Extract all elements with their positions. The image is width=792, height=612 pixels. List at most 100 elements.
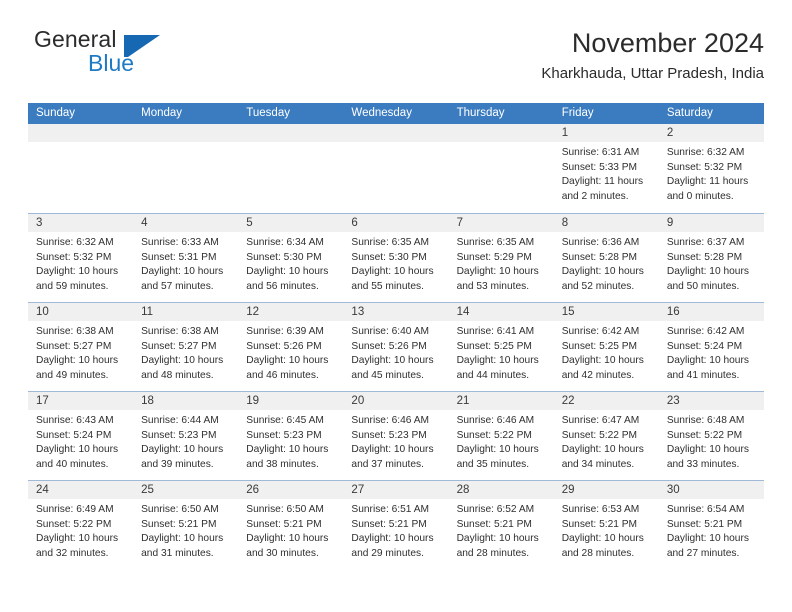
calendar-day-cell[interactable]: 6 Sunrise: 6:35 AM Sunset: 5:30 PM Daylight… <box>343 214 449 302</box>
calendar-day-cell-empty <box>28 124 134 213</box>
day-details: Sunrise: 6:36 AM Sunset: 5:28 PM Daylight:… <box>554 232 659 294</box>
calendar-day-cell[interactable]: 27 Sunrise: 6:51 AM Sunset: 5:21 PM Dayligh… <box>343 481 449 569</box>
day-sunset-text: Sunset: 5:21 PM <box>351 518 427 530</box>
day-details: Sunrise: 6:50 AM Sunset: 5:21 PM Daylight:… <box>238 499 343 561</box>
day-number: 6 <box>343 214 449 232</box>
calendar-day-cell[interactable]: 5 Sunrise: 6:34 AM Sunset: 5:30 PM Daylight… <box>238 214 344 302</box>
day-sunset-text: Sunset: 5:26 PM <box>351 340 427 352</box>
day-daylight-text: and 34 minutes. <box>561 458 635 470</box>
day-sunrise-text: Sunrise: 6:43 AM <box>36 415 114 426</box>
day-daylight-text: and 30 minutes. <box>246 547 319 559</box>
calendar-day-cell[interactable]: 7 Sunrise: 6:35 AM Sunset: 5:29 PM Daylight… <box>448 214 554 302</box>
day-number: 10 <box>28 303 134 321</box>
day-details: Sunrise: 6:38 AM Sunset: 5:27 PM Daylight:… <box>28 321 133 383</box>
day-sunset-text: Sunset: 5:26 PM <box>246 340 322 352</box>
calendar-day-cell[interactable]: 29 Sunrise: 6:53 AM Sunset: 5:21 PM Dayligh… <box>553 481 659 569</box>
calendar-day-cell[interactable]: 24 Sunrise: 6:49 AM Sunset: 5:22 PM Dayligh… <box>28 481 134 569</box>
day-sunrise-text: Sunrise: 6:31 AM <box>561 147 640 158</box>
calendar-day-cell[interactable]: 8 Sunrise: 6:36 AM Sunset: 5:28 PM Daylight… <box>553 214 659 302</box>
day-details: Sunrise: 6:37 AM Sunset: 5:28 PM Daylight:… <box>659 232 764 294</box>
day-sunset-text: Sunset: 5:24 PM <box>36 429 112 441</box>
day-sunset-text: Sunset: 5:22 PM <box>456 429 532 441</box>
day-number: 17 <box>28 392 134 410</box>
day-number: 8 <box>553 214 659 232</box>
day-sunrise-text: Sunrise: 6:45 AM <box>246 415 324 426</box>
day-daylight-text: Daylight: 10 hours <box>666 355 749 367</box>
day-daylight-text: and 38 minutes. <box>246 458 319 470</box>
calendar-day-cell[interactable]: 9 Sunrise: 6:37 AM Sunset: 5:28 PM Daylight… <box>658 214 764 302</box>
calendar-day-cell[interactable]: 30 Sunrise: 6:54 AM Sunset: 5:21 PM Dayligh… <box>658 481 764 569</box>
day-daylight-text: Daylight: 10 hours <box>561 533 644 545</box>
day-daylight-text: Daylight: 10 hours <box>561 266 644 278</box>
day-number <box>238 124 344 142</box>
page-header: General Blue November 2024 Kharkhauda, U… <box>28 26 764 98</box>
day-number <box>133 124 239 142</box>
brand-logo[interactable]: General Blue <box>28 26 258 88</box>
day-daylight-text: and 45 minutes. <box>351 369 424 381</box>
day-sunrise-text: Sunrise: 6:33 AM <box>141 237 219 248</box>
day-sunset-text: Sunset: 5:25 PM <box>561 340 638 352</box>
calendar-day-cell[interactable]: 18 Sunrise: 6:44 AM Sunset: 5:23 PM Dayligh… <box>133 392 239 480</box>
day-daylight-text: and 56 minutes. <box>246 280 319 292</box>
calendar-week-row: 24 Sunrise: 6:49 AM Sunset: 5:22 PM Dayligh… <box>28 480 764 569</box>
calendar-weeks: 1 Sunrise: 6:31 AM Sunset: 5:33 PM Daylight… <box>28 124 764 569</box>
calendar-day-cell[interactable]: 23 Sunrise: 6:48 AM Sunset: 5:22 PM Dayligh… <box>658 392 764 480</box>
day-sunrise-text: Sunrise: 6:32 AM <box>36 237 114 248</box>
page-subtitle: Kharkhauda, Uttar Pradesh, India <box>541 65 764 82</box>
calendar-day-cell[interactable]: 25 Sunrise: 6:50 AM Sunset: 5:21 PM Dayligh… <box>133 481 239 569</box>
calendar-day-cell[interactable]: 13 Sunrise: 6:40 AM Sunset: 5:26 PM Dayligh… <box>343 303 449 391</box>
day-number: 20 <box>343 392 449 410</box>
day-sunrise-text: Sunrise: 6:46 AM <box>456 415 535 426</box>
calendar-day-cell-empty <box>238 124 344 213</box>
day-sunset-text: Sunset: 5:23 PM <box>351 429 427 441</box>
calendar-day-cell[interactable]: 15 Sunrise: 6:42 AM Sunset: 5:25 PM Dayligh… <box>553 303 659 391</box>
day-daylight-text: and 31 minutes. <box>141 547 214 559</box>
day-sunrise-text: Sunrise: 6:54 AM <box>666 504 745 515</box>
calendar-day-cell[interactable]: 14 Sunrise: 6:41 AM Sunset: 5:25 PM Dayligh… <box>448 303 554 391</box>
day-number <box>448 124 554 142</box>
calendar-day-cell[interactable]: 10 Sunrise: 6:38 AM Sunset: 5:27 PM Dayligh… <box>28 303 134 391</box>
calendar-day-cell[interactable]: 1 Sunrise: 6:31 AM Sunset: 5:33 PM Daylight… <box>553 124 659 213</box>
day-daylight-text: and 46 minutes. <box>246 369 319 381</box>
day-number: 25 <box>133 481 239 499</box>
day-sunset-text: Sunset: 5:28 PM <box>561 251 638 263</box>
day-sunrise-text: Sunrise: 6:39 AM <box>246 326 324 337</box>
day-daylight-text: Daylight: 10 hours <box>456 533 539 545</box>
day-number: 29 <box>553 481 659 499</box>
calendar-day-cell[interactable]: 16 Sunrise: 6:42 AM Sunset: 5:24 PM Dayligh… <box>658 303 764 391</box>
calendar-day-cell[interactable]: 11 Sunrise: 6:38 AM Sunset: 5:27 PM Dayligh… <box>133 303 239 391</box>
calendar-grid: Sunday Monday Tuesday Wednesday Thursday… <box>28 103 764 569</box>
day-details: Sunrise: 6:34 AM Sunset: 5:30 PM Daylight:… <box>238 232 343 294</box>
day-sunrise-text: Sunrise: 6:49 AM <box>36 504 114 515</box>
calendar-day-cell[interactable]: 3 Sunrise: 6:32 AM Sunset: 5:32 PM Daylight… <box>28 214 134 302</box>
day-daylight-text: Daylight: 10 hours <box>141 355 224 367</box>
day-sunset-text: Sunset: 5:21 PM <box>561 518 638 530</box>
day-number: 3 <box>28 214 134 232</box>
day-sunrise-text: Sunrise: 6:35 AM <box>456 237 535 248</box>
day-sunset-text: Sunset: 5:33 PM <box>561 161 638 173</box>
calendar-day-cell[interactable]: 17 Sunrise: 6:43 AM Sunset: 5:24 PM Dayligh… <box>28 392 134 480</box>
day-sunset-text: Sunset: 5:27 PM <box>141 340 217 352</box>
day-details: Sunrise: 6:42 AM Sunset: 5:24 PM Daylight:… <box>659 321 764 383</box>
calendar-day-cell[interactable]: 20 Sunrise: 6:46 AM Sunset: 5:23 PM Dayligh… <box>343 392 449 480</box>
calendar-day-cell[interactable]: 21 Sunrise: 6:46 AM Sunset: 5:22 PM Dayligh… <box>448 392 554 480</box>
day-number: 28 <box>448 481 554 499</box>
day-daylight-text: and 28 minutes. <box>456 547 530 559</box>
day-daylight-text: Daylight: 10 hours <box>666 533 749 545</box>
calendar-day-cell[interactable]: 4 Sunrise: 6:33 AM Sunset: 5:31 PM Daylight… <box>133 214 239 302</box>
calendar-day-cell[interactable]: 12 Sunrise: 6:39 AM Sunset: 5:26 PM Dayligh… <box>238 303 344 391</box>
brand-name-blue: Blue <box>88 50 135 76</box>
day-daylight-text: Daylight: 10 hours <box>666 444 749 456</box>
calendar-day-cell[interactable]: 22 Sunrise: 6:47 AM Sunset: 5:22 PM Dayligh… <box>553 392 659 480</box>
day-sunset-text: Sunset: 5:32 PM <box>36 251 112 263</box>
day-number: 26 <box>238 481 344 499</box>
day-number: 21 <box>448 392 554 410</box>
calendar-day-cell[interactable]: 19 Sunrise: 6:45 AM Sunset: 5:23 PM Dayligh… <box>238 392 344 480</box>
day-sunrise-text: Sunrise: 6:42 AM <box>666 326 745 337</box>
calendar-day-cell[interactable]: 28 Sunrise: 6:52 AM Sunset: 5:21 PM Dayligh… <box>448 481 554 569</box>
day-sunrise-text: Sunrise: 6:37 AM <box>666 237 745 248</box>
calendar-day-cell[interactable]: 2 Sunrise: 6:32 AM Sunset: 5:32 PM Daylight… <box>658 124 764 213</box>
calendar-day-cell[interactable]: 26 Sunrise: 6:50 AM Sunset: 5:21 PM Dayligh… <box>238 481 344 569</box>
day-details: Sunrise: 6:35 AM Sunset: 5:29 PM Daylight:… <box>449 232 554 294</box>
day-daylight-text: and 59 minutes. <box>36 280 109 292</box>
